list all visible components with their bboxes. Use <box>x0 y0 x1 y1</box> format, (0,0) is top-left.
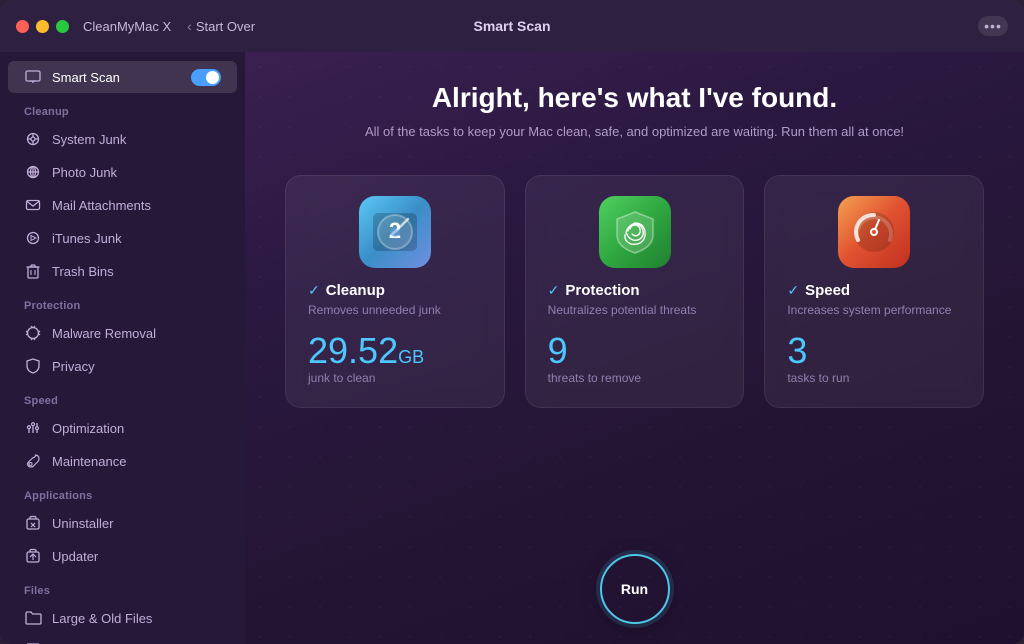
monitor-icon <box>24 68 42 86</box>
maintenance-icon <box>24 452 42 470</box>
smart-scan-toggle[interactable] <box>191 69 221 86</box>
section-label-cleanup: Cleanup <box>0 94 245 122</box>
malware-icon <box>24 324 42 342</box>
cleanup-title-row: ✓ Cleanup <box>308 282 385 299</box>
maintenance-label: Maintenance <box>52 454 126 469</box>
sidebar-item-smart-scan[interactable]: Smart Scan <box>8 61 237 93</box>
app-name: CleanMyMac X <box>83 19 171 34</box>
close-button[interactable] <box>16 20 29 33</box>
section-label-protection: Protection <box>0 288 245 316</box>
panel-title: Alright, here's what I've found. <box>432 82 837 114</box>
section-label-speed: Speed <box>0 383 245 411</box>
main-content: Smart Scan Cleanup System Junk <box>0 52 1024 644</box>
speed-check-icon: ✓ <box>787 282 799 299</box>
sidebar-item-photo-junk[interactable]: Photo Junk <box>8 156 237 188</box>
speed-title-row: ✓ Speed <box>787 282 850 299</box>
more-options-button[interactable]: ••• <box>978 16 1008 36</box>
sidebar-item-mail-attachments[interactable]: Mail Attachments <box>8 189 237 221</box>
uninstaller-icon <box>24 514 42 532</box>
sidebar-item-maintenance[interactable]: Maintenance <box>8 445 237 477</box>
sidebar-item-trash-bins[interactable]: Trash Bins <box>8 255 237 287</box>
section-label-applications: Applications <box>0 478 245 506</box>
cleanup-card: 2 ✓ Cleanup Removes unneeded junk 29.52G… <box>285 175 505 408</box>
run-button[interactable]: Run <box>600 554 670 624</box>
optimization-label: Optimization <box>52 421 124 436</box>
system-junk-icon <box>24 130 42 148</box>
uninstaller-label: Uninstaller <box>52 516 113 531</box>
sidebar-item-shredder[interactable]: Shredder <box>8 635 237 644</box>
protection-check-icon: ✓ <box>548 282 560 299</box>
cards-row: 2 ✓ Cleanup Removes unneeded junk 29.52G… <box>285 175 984 408</box>
sidebar-item-system-junk[interactable]: System Junk <box>8 123 237 155</box>
cleanup-number-label: junk to clean <box>308 371 375 385</box>
protection-title-row: ✓ Protection <box>548 282 640 299</box>
cleanup-card-number: 29.52GB <box>308 333 424 369</box>
updater-label: Updater <box>52 549 98 564</box>
sidebar: Smart Scan Cleanup System Junk <box>0 52 245 644</box>
updater-icon <box>24 547 42 565</box>
cleanup-card-icon: 2 <box>359 196 431 268</box>
app-window: CleanMyMac X ‹ Start Over Smart Scan •••… <box>0 0 1024 644</box>
sidebar-item-updater[interactable]: Updater <box>8 540 237 572</box>
privacy-label: Privacy <box>52 359 95 374</box>
chevron-left-icon: ‹ <box>187 18 192 34</box>
smart-scan-label: Smart Scan <box>52 70 120 85</box>
protection-card-icon <box>599 196 671 268</box>
speed-card-icon <box>838 196 910 268</box>
speed-number-label: tasks to run <box>787 371 849 385</box>
protection-card-desc: Neutralizes potential threats <box>548 303 697 317</box>
photo-junk-label: Photo Junk <box>52 165 117 180</box>
protection-card-title: Protection <box>565 282 639 299</box>
protection-card-number: 9 <box>548 333 568 369</box>
photo-junk-icon <box>24 163 42 181</box>
cleanup-card-title: Cleanup <box>326 282 385 299</box>
speed-card-title: Speed <box>805 282 850 299</box>
itunes-icon <box>24 229 42 247</box>
sidebar-item-malware-removal[interactable]: Malware Removal <box>8 317 237 349</box>
itunes-junk-label: iTunes Junk <box>52 231 122 246</box>
privacy-icon <box>24 357 42 375</box>
system-junk-label: System Junk <box>52 132 126 147</box>
minimize-button[interactable] <box>36 20 49 33</box>
right-panel: Alright, here's what I've found. All of … <box>245 52 1024 644</box>
mail-icon <box>24 196 42 214</box>
sidebar-item-itunes-junk[interactable]: iTunes Junk <box>8 222 237 254</box>
sidebar-item-privacy[interactable]: Privacy <box>8 350 237 382</box>
cleanup-card-desc: Removes unneeded junk <box>308 303 441 317</box>
trash-icon <box>24 262 42 280</box>
section-label-files: Files <box>0 573 245 601</box>
traffic-lights <box>16 20 69 33</box>
folder-icon <box>24 609 42 627</box>
back-button[interactable]: ‹ Start Over <box>187 18 255 34</box>
window-title: Smart Scan <box>473 18 550 34</box>
large-old-files-label: Large & Old Files <box>52 611 152 626</box>
panel-subtitle: All of the tasks to keep your Mac clean,… <box>365 124 904 139</box>
speed-card-desc: Increases system performance <box>787 303 951 317</box>
sidebar-item-large-old-files[interactable]: Large & Old Files <box>8 602 237 634</box>
malware-removal-label: Malware Removal <box>52 326 156 341</box>
run-button-container: Run <box>600 554 670 624</box>
cleanup-check-icon: ✓ <box>308 282 320 299</box>
mail-attachments-label: Mail Attachments <box>52 198 151 213</box>
speed-card: ✓ Speed Increases system performance 3 t… <box>764 175 984 408</box>
back-label: Start Over <box>196 19 255 34</box>
sidebar-item-optimization[interactable]: Optimization <box>8 412 237 444</box>
protection-number-label: threats to remove <box>548 371 641 385</box>
title-bar: CleanMyMac X ‹ Start Over Smart Scan ••• <box>0 0 1024 52</box>
speed-card-number: 3 <box>787 333 807 369</box>
maximize-button[interactable] <box>56 20 69 33</box>
optimization-icon <box>24 419 42 437</box>
protection-card: ✓ Protection Neutralizes potential threa… <box>525 175 745 408</box>
trash-bins-label: Trash Bins <box>52 264 114 279</box>
sidebar-item-uninstaller[interactable]: Uninstaller <box>8 507 237 539</box>
